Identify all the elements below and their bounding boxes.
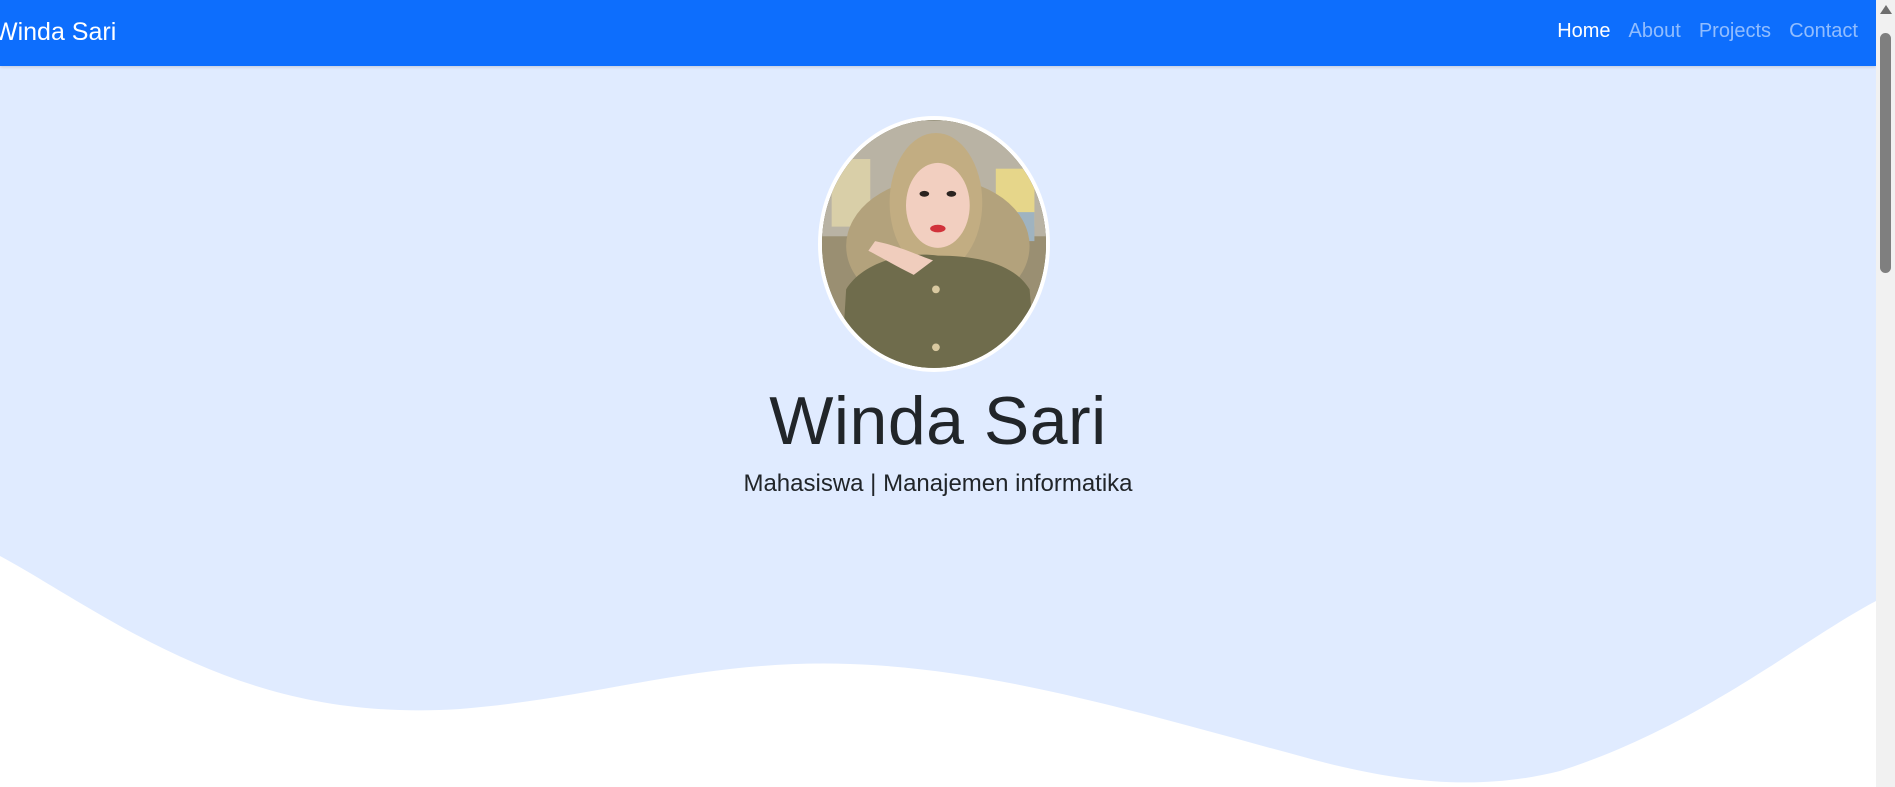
vertical-scrollbar[interactable] [1876, 0, 1895, 787]
hero-title: Winda Sari [769, 383, 1107, 459]
scroll-up-arrow-icon[interactable] [1880, 5, 1892, 14]
nav-links: Home About Projects Contact [1548, 20, 1867, 43]
scrollbar-thumb[interactable] [1880, 33, 1891, 273]
nav-link-contact[interactable]: Contact [1780, 20, 1867, 43]
nav-link-about[interactable]: About [1620, 20, 1690, 43]
page: Winda Sari Home About Projects Contact W… [0, 0, 1895, 787]
profile-photo [818, 116, 1050, 372]
navbar-brand[interactable]: Winda Sari [0, 18, 116, 47]
hero-subtitle: Mahasiswa | Manajemen informatika [743, 470, 1133, 497]
nav-link-projects[interactable]: Projects [1690, 20, 1780, 43]
navbar: Winda Sari Home About Projects Contact [0, 0, 1876, 66]
nav-link-home[interactable]: Home [1548, 20, 1619, 43]
profile-photo-image [822, 120, 1046, 368]
